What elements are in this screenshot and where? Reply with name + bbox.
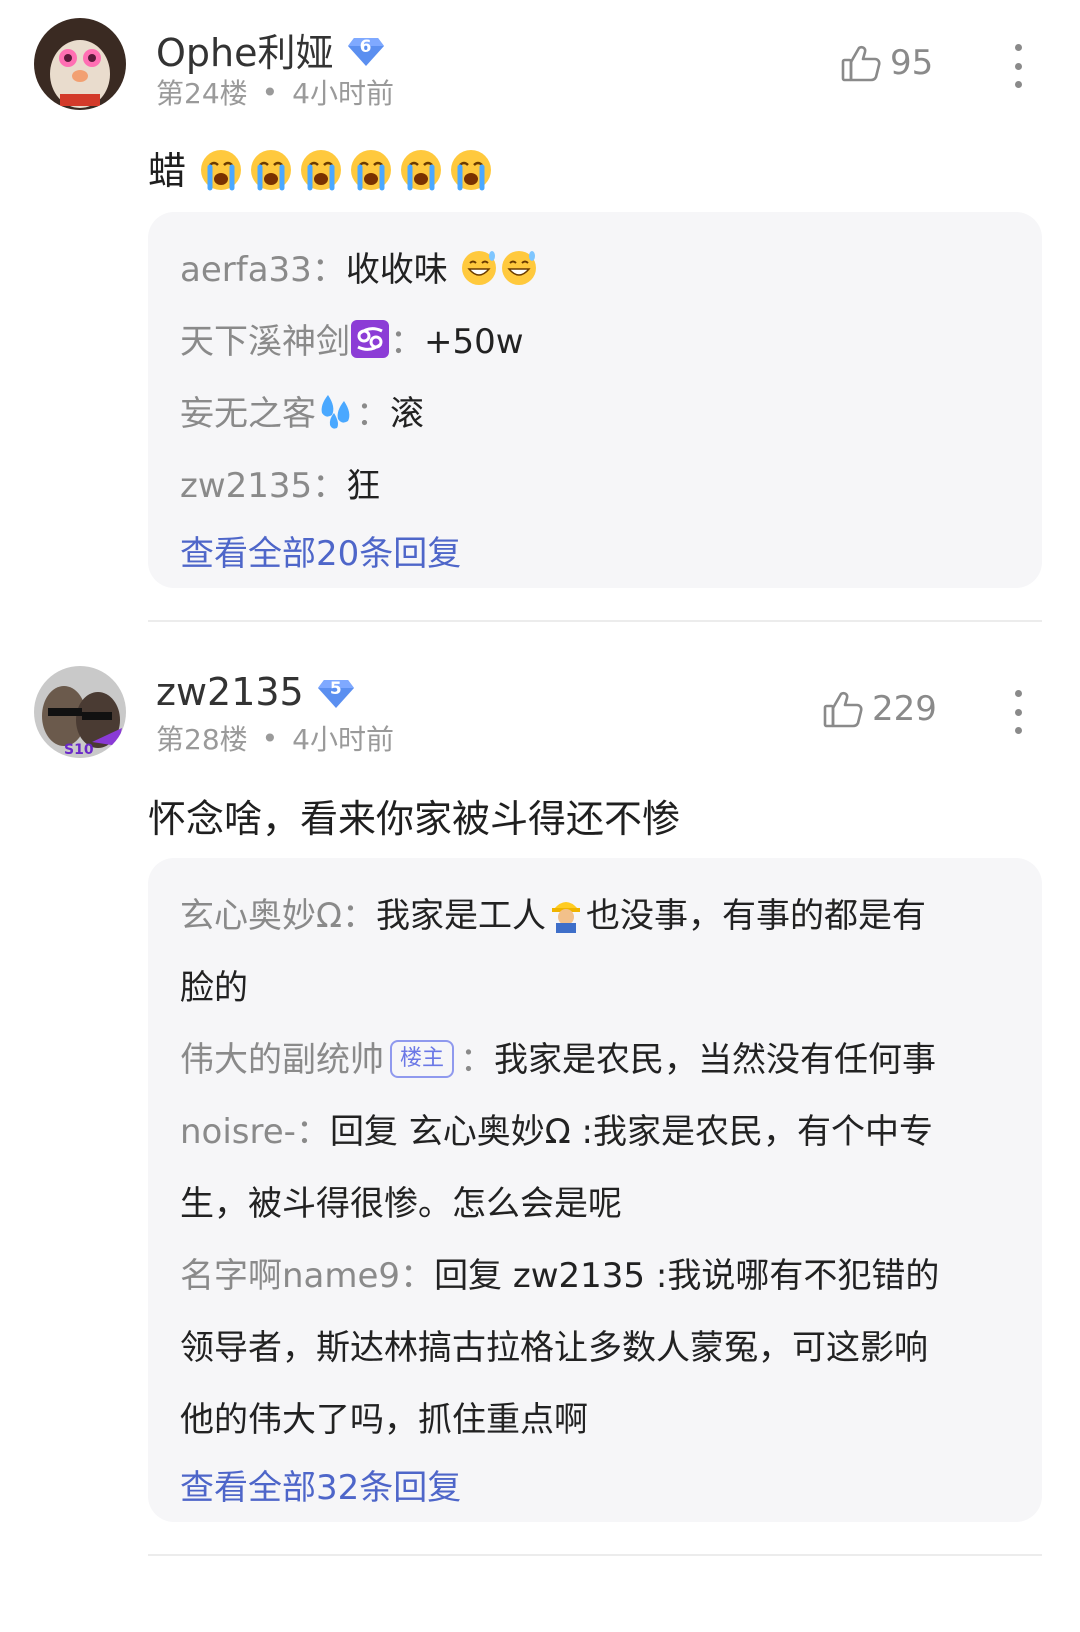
comment-floor-28: S10 zw2135 5 第28楼 • 4小时前 229 怀念啥，看来你家被斗得… (0, 650, 1080, 1632)
reply-text: 我家是工人 (375, 896, 546, 936)
username[interactable]: Ophe利娅 6 (156, 22, 386, 77)
reply-text-cont: 他的伟大了吗，抓住重点啊 (180, 1400, 588, 1440)
reply-user[interactable]: 名字啊name9 (180, 1256, 400, 1296)
crying-face-emoji (251, 150, 292, 191)
post-time: 4小时前 (292, 77, 394, 110)
reply-item[interactable]: 伟大的副统帅 楼主 ：我家是农民，当然没有任何事 (180, 1024, 1010, 1096)
like-count: 229 (872, 689, 937, 729)
crying-face-emoji (301, 150, 342, 191)
crying-face-emoji (451, 150, 492, 191)
user-avatar[interactable] (34, 18, 126, 110)
reply-text: +50w (424, 322, 524, 362)
level-badge: 5 (316, 672, 356, 712)
like-button[interactable]: 95 (840, 42, 933, 84)
comment-floor-24: Ophe利娅 6 第24楼 • 4小时前 95 蜡 aerfa33：收收味 天下… (0, 0, 1080, 622)
user-avatar[interactable]: S10 (34, 666, 126, 758)
comment-meta: 第24楼 • 4小时前 (156, 72, 394, 112)
reply-text: 回复 玄心奥妙Ω :我家是农民，有个中专 (329, 1112, 933, 1152)
grinning-sweat-emoji (501, 251, 536, 285)
reply-user[interactable]: 妄无之客 (180, 394, 316, 434)
reply-text: 狂 (346, 466, 381, 506)
construction-worker-emoji (551, 902, 580, 933)
reply-text: 收收味 (345, 250, 448, 290)
reply-item[interactable]: 妄无之客 ：滚 (180, 378, 1010, 450)
reply-item[interactable]: 名字啊name9：回复 zw2135 :我说哪有不犯错的 领导者，斯达林搞古拉格让… (180, 1240, 1010, 1456)
view-all-replies-link[interactable]: 查看全部20条回复 (180, 522, 1010, 586)
reply-text: 滚 (390, 394, 424, 434)
username[interactable]: zw2135 5 (156, 670, 356, 714)
reply-user[interactable]: 伟大的副统帅 (180, 1040, 384, 1080)
level-number: 6 (359, 36, 372, 57)
username-text[interactable]: Ophe利娅 (156, 22, 334, 77)
like-count: 95 (890, 43, 934, 83)
comment-text: 蜡 (148, 149, 187, 193)
thumbs-up-icon (841, 45, 881, 82)
crying-face-emoji (201, 150, 242, 191)
more-options-icon[interactable] (1012, 690, 1024, 734)
reply-text-cont: 领导者，斯达林搞古拉格让多数人蒙冤，可这影响 (180, 1328, 928, 1368)
reply-text-cont: 也没事，有事的都是有 (585, 896, 926, 936)
reply-text: 回复 zw2135 :我说哪有不犯错的 (434, 1256, 940, 1296)
level-number: 5 (329, 679, 342, 699)
reply-item[interactable]: aerfa33：收收味 (180, 234, 1010, 306)
reply-item[interactable]: zw2135：狂 (180, 450, 1010, 522)
view-all-replies-link[interactable]: 查看全部32条回复 (180, 1456, 1010, 1520)
reply-user[interactable]: zw2135 (180, 466, 312, 506)
reply-item[interactable]: 天下溪神剑 ：+50w (180, 306, 1010, 378)
like-button[interactable]: 229 (822, 688, 937, 730)
reply-user[interactable]: noisre- (180, 1112, 296, 1152)
reply-user[interactable]: 玄心奥妙Ω (180, 896, 342, 936)
op-badge: 楼主 (390, 1040, 455, 1078)
sweat-droplets-icon (321, 395, 350, 429)
comment-body: 蜡 (148, 140, 498, 195)
crying-face-emoji (401, 150, 442, 191)
comment-body: 怀念啥，看来你家被斗得还不惨 (148, 788, 680, 843)
reply-user[interactable]: aerfa33 (180, 250, 312, 290)
username-text[interactable]: zw2135 (156, 670, 304, 714)
reply-preview-box[interactable]: 玄心奥妙Ω：我家是工人 也没事，有事的都是有 脸的 伟大的副统帅 楼主 ：我家是农民，当… (148, 858, 1042, 1522)
reply-item[interactable]: 玄心奥妙Ω：我家是工人 也没事，有事的都是有 脸的 (180, 880, 1010, 1024)
reply-text: 我家是农民，当然没有任何事 (494, 1040, 937, 1080)
post-time: 4小时前 (292, 723, 394, 756)
comment-divider (148, 1554, 1042, 1556)
comment-text: 怀念啥，看来你家被斗得还不惨 (148, 797, 681, 841)
more-options-icon[interactable] (1012, 44, 1024, 88)
meta-separator: • (261, 721, 279, 755)
reply-user[interactable]: 天下溪神剑 (180, 322, 350, 362)
cancer-zodiac-icon (351, 320, 389, 358)
reply-text-cont: 脸的 (180, 968, 248, 1008)
comment-meta: 第28楼 • 4小时前 (156, 718, 394, 758)
crying-face-emoji (351, 150, 392, 191)
svg-text:S10: S10 (64, 742, 94, 758)
comment-divider (148, 620, 1042, 622)
level-badge: 6 (346, 30, 386, 70)
floor-number: 第24楼 (156, 77, 248, 110)
floor-number: 第28楼 (156, 723, 248, 756)
grinning-sweat-emoji (461, 251, 496, 285)
reply-preview-box[interactable]: aerfa33：收收味 天下溪神剑 ：+50w 妄无之客 ：滚 zw2135：狂 查… (148, 212, 1042, 588)
reply-item[interactable]: noisre-：回复 玄心奥妙Ω :我家是农民，有个中专 生，被斗得很惨。怎么会是… (180, 1096, 1010, 1240)
thumbs-up-icon (823, 691, 863, 728)
reply-text-cont: 生，被斗得很惨。怎么会是呢 (180, 1184, 622, 1224)
meta-separator: • (261, 75, 279, 109)
